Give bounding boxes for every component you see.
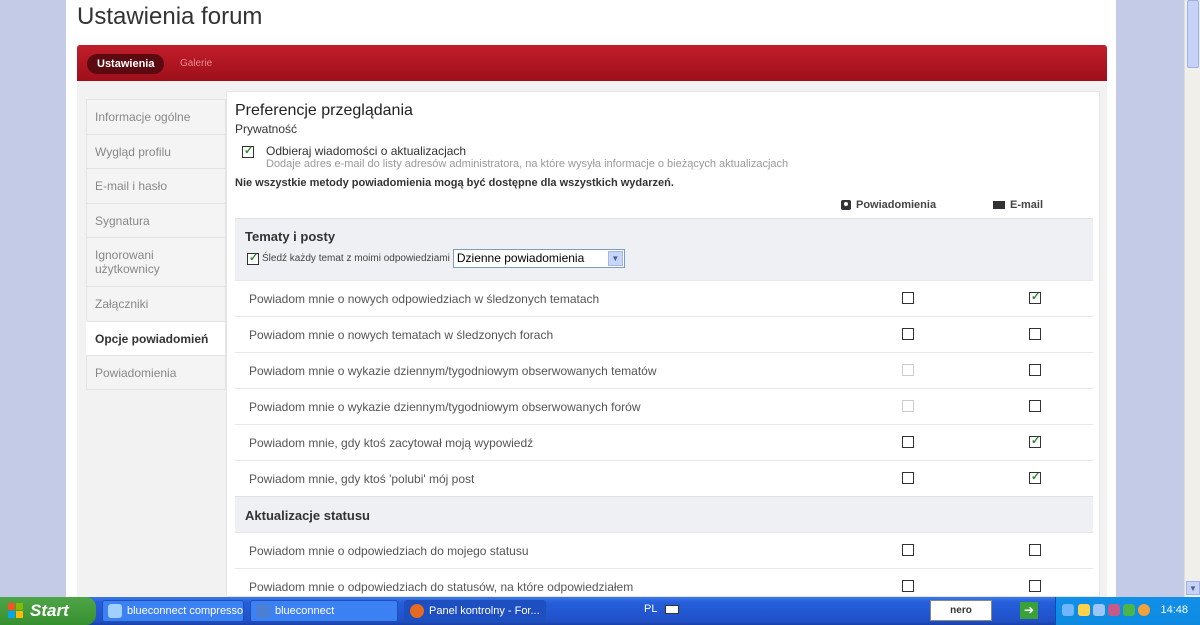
table-row: Powiadom mnie o wykazie dziennym/tygodni…: [235, 388, 1093, 424]
clock: 14:48: [1160, 604, 1188, 616]
section-title: Preferencje przeglądania: [235, 102, 413, 119]
email-checkbox[interactable]: [1029, 400, 1041, 412]
email-checkbox[interactable]: [1029, 544, 1041, 556]
notify-checkbox[interactable]: [902, 436, 914, 448]
email-checkbox[interactable]: [1029, 328, 1041, 340]
table-row: Powiadom mnie o nowych odpowiedziach w ś…: [235, 280, 1093, 316]
notify-checkbox[interactable]: [902, 472, 914, 484]
taskbar-item-blueconnect[interactable]: blueconnect: [250, 600, 398, 622]
tray-status-icon[interactable]: [1123, 604, 1135, 616]
network-icon[interactable]: [1093, 604, 1105, 616]
track-topics-label: Śledź każdy temat z moimi odpowiedziami: [262, 253, 450, 264]
user-icon: [841, 200, 851, 210]
privacy-heading: Prywatność: [235, 122, 298, 136]
frequency-select[interactable]: Dzienne powiadomienia ▼: [452, 249, 625, 268]
email-checkbox[interactable]: [1029, 364, 1041, 376]
sidebar-item-notification-options[interactable]: Opcje powiadomień: [86, 321, 226, 355]
table-row: Powiadom mnie o nowych tematach w śledzo…: [235, 316, 1093, 352]
notify-checkbox-disabled: [902, 400, 914, 412]
sidebar-item-email-password[interactable]: E-mail i hasło: [86, 168, 226, 203]
taskbar-item-firefox[interactable]: Panel kontrolny - For...: [404, 600, 546, 622]
browser-page: Ustawienia forum Ustawienia Galerie Info…: [66, 0, 1116, 597]
sidebar-item-profile-look[interactable]: Wygląd profilu: [86, 134, 226, 168]
table-row: Powiadom mnie, gdy ktoś zacytował moją w…: [235, 424, 1093, 460]
system-tray: 14:48: [1055, 597, 1200, 625]
notify-checkbox[interactable]: [902, 292, 914, 304]
tab-ustawienia[interactable]: Ustawienia: [87, 54, 165, 74]
firefox-icon: [410, 604, 424, 618]
sidebar-item-general[interactable]: Informacje ogólne: [86, 99, 226, 134]
email-checkbox[interactable]: [1029, 434, 1041, 448]
sidebar-item-ignored-users[interactable]: Ignorowani użytkownicy: [86, 237, 226, 286]
chevron-down-icon: ▼: [607, 251, 623, 266]
track-topics-option: Śledź każdy temat z moimi odpowiedziami …: [247, 249, 625, 268]
track-topics-checkbox[interactable]: [247, 251, 259, 265]
mail-icon: [993, 201, 1005, 209]
tab-galerie[interactable]: Galerie: [180, 54, 212, 74]
group-header-status: Aktualizacje statusu: [235, 496, 1093, 532]
settings-sidebar: Informacje ogólne Wygląd profilu E-mail …: [86, 99, 226, 390]
scroll-thumb[interactable]: [1187, 0, 1199, 68]
notify-checkbox[interactable]: [902, 580, 914, 592]
tray-app-icon[interactable]: [1108, 604, 1120, 616]
scroll-down-arrow-icon[interactable]: ▼: [1186, 581, 1200, 595]
table-row: Powiadom mnie o odpowiedziach do mojego …: [235, 532, 1093, 568]
updates-option-description: Dodaje adres e-mail do listy adresów adm…: [266, 158, 789, 170]
updates-checkbox[interactable]: [242, 144, 254, 158]
email-checkbox[interactable]: [1029, 580, 1041, 592]
methods-note: Nie wszystkie metody powiadomienia mogą …: [235, 177, 674, 189]
compressor-icon: [108, 604, 122, 618]
updates-option-label: Odbieraj wiadomości o aktualizacjach: [266, 144, 467, 158]
sidebar-item-attachments[interactable]: Załączniki: [86, 286, 226, 321]
settings-panel: Preferencje przeglądania Prywatność Odbi…: [226, 91, 1100, 597]
sidebar-item-notifications[interactable]: Powiadomienia: [86, 355, 226, 390]
email-checkbox[interactable]: [1029, 470, 1041, 484]
column-header-notifications: Powiadomienia: [841, 199, 936, 211]
table-row: Powiadom mnie o wykazie dziennym/tygodni…: [235, 352, 1093, 388]
language-indicator[interactable]: PL: [644, 603, 657, 615]
notify-checkbox-disabled: [902, 364, 914, 376]
tray-orange-icon[interactable]: [1138, 604, 1150, 616]
nero-search-box[interactable]: nero: [930, 600, 992, 621]
column-header-email: E-mail: [993, 199, 1043, 211]
sidebar-item-signature[interactable]: Sygnatura: [86, 203, 226, 237]
go-arrow-icon[interactable]: ➔: [1020, 602, 1038, 619]
bc-icon: [256, 604, 270, 618]
page-scrollbar[interactable]: ▼: [1184, 0, 1200, 597]
page-title: Ustawienia forum: [77, 3, 263, 30]
start-button[interactable]: Start: [0, 597, 96, 625]
table-row: Powiadom mnie, gdy ktoś 'polubi' mój pos…: [235, 460, 1093, 496]
security-shield-icon[interactable]: [1078, 604, 1090, 616]
notify-checkbox[interactable]: [902, 328, 914, 340]
windows-taskbar: Start blueconnect compressor blueconnect…: [0, 597, 1200, 625]
windows-logo-icon: [8, 603, 24, 619]
group-header-topics: Tematy i posty Śledź każdy temat z moimi…: [235, 218, 1093, 280]
group-title: Aktualizacje statusu: [245, 508, 370, 523]
taskbar-item-compressor[interactable]: blueconnect compressor: [102, 600, 244, 622]
tray-back-icon[interactable]: [1062, 604, 1074, 616]
email-checkbox[interactable]: [1029, 290, 1041, 304]
notification-table: Tematy i posty Śledź każdy temat z moimi…: [235, 218, 1093, 604]
keyboard-icon: [665, 605, 679, 614]
tab-bar: Ustawienia Galerie: [77, 45, 1107, 81]
notify-checkbox[interactable]: [902, 544, 914, 556]
group-title: Tematy i posty: [245, 229, 336, 244]
